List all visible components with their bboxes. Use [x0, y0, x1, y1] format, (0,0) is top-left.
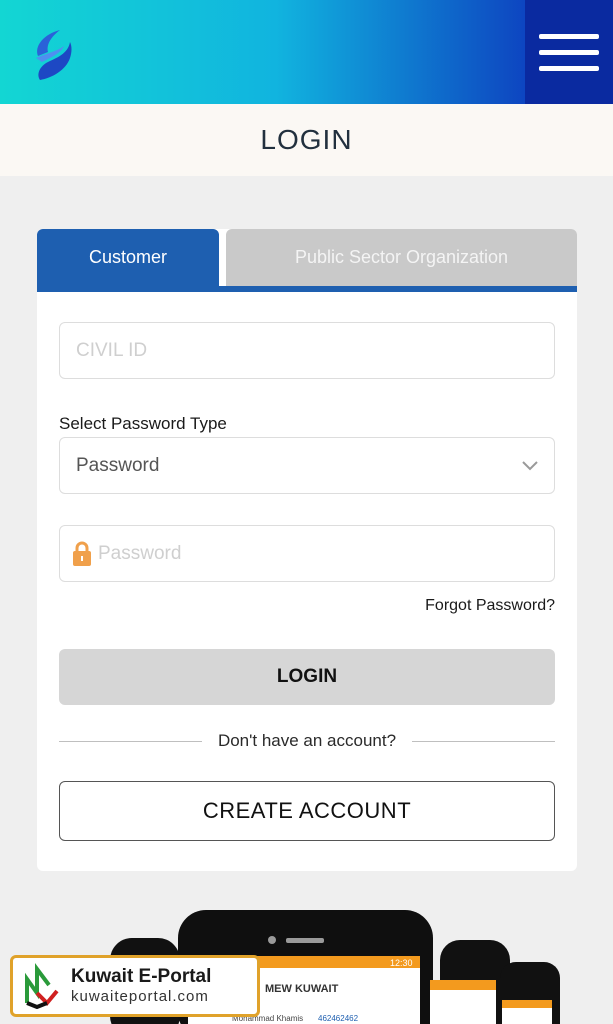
watermark-url: kuwaiteportal.com — [71, 988, 209, 1005]
password-type-value: Password — [76, 454, 160, 476]
brand-logo-icon[interactable] — [30, 28, 76, 82]
civil-id-placeholder: CIVIL ID — [76, 339, 148, 361]
app-header — [0, 0, 613, 104]
password-type-label: Select Password Type — [59, 414, 227, 433]
hamburger-menu-button[interactable] — [525, 0, 613, 104]
password-input[interactable]: Password — [59, 525, 555, 582]
create-account-button[interactable]: CREATE ACCOUNT — [59, 781, 555, 841]
account-divider: Don't have an account? — [59, 729, 555, 753]
promo-row-number: 462462462 — [318, 1014, 359, 1023]
password-type-select[interactable]: Password — [59, 437, 555, 494]
lock-icon — [73, 541, 91, 566]
login-card: Customer Public Sector Organization CIVI… — [37, 229, 577, 871]
password-placeholder: Password — [98, 542, 182, 564]
forgot-password-link[interactable]: Forgot Password? — [425, 597, 555, 615]
page-title: LOGIN — [260, 124, 353, 155]
tab-customer[interactable]: Customer — [37, 229, 219, 286]
chevron-down-icon — [522, 460, 538, 470]
no-account-text: Don't have an account? — [217, 731, 397, 750]
hamburger-menu-icon — [539, 33, 599, 39]
civil-id-input[interactable]: CIVIL ID — [59, 322, 555, 379]
kuwait-eportal-logo-icon — [25, 963, 59, 1009]
tab-public-sector-organization[interactable]: Public Sector Organization — [226, 229, 577, 286]
promo-screen-title: MEW KUWAIT — [265, 983, 339, 995]
promo-status-time: 12:30 — [390, 958, 413, 968]
login-button[interactable]: LOGIN — [59, 649, 555, 705]
kuwait-eportal-watermark: Kuwait E-Portal kuwaiteportal.com — [10, 955, 260, 1017]
watermark-title: Kuwait E-Portal — [71, 966, 212, 987]
tab-underline — [37, 286, 577, 292]
page-title-bar: LOGIN — [0, 104, 613, 176]
